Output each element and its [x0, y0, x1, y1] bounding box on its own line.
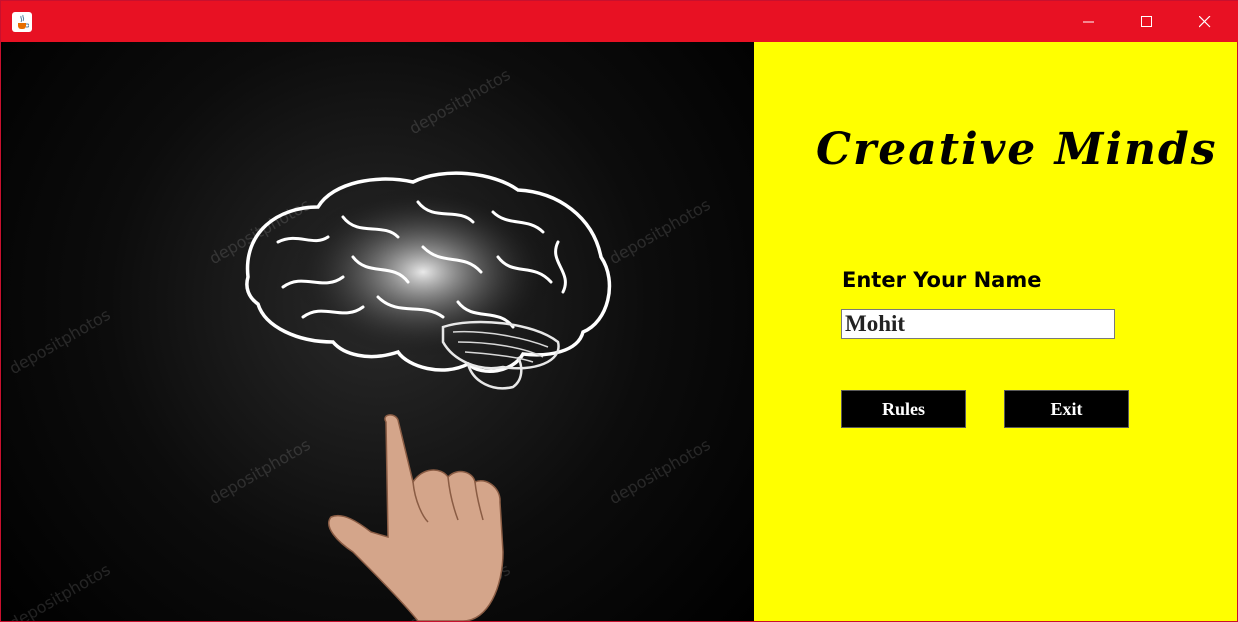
java-cup-icon[interactable] — [12, 12, 32, 32]
maximize-icon — [1141, 15, 1152, 27]
close-icon — [1199, 15, 1211, 27]
minimize-icon — [1083, 21, 1094, 22]
minimize-button[interactable] — [1060, 1, 1118, 42]
login-panel: Creative Minds Enter Your Name Rules Exi… — [754, 42, 1237, 621]
close-button[interactable] — [1176, 1, 1234, 42]
name-prompt-label: Enter Your Name — [842, 268, 1042, 292]
main-content: depositphotos depositphotos depositphoto… — [3, 42, 1237, 621]
rules-button[interactable]: Rules — [841, 390, 966, 428]
brain-icon — [245, 171, 612, 621]
exit-button[interactable]: Exit — [1004, 390, 1129, 428]
page-title: Creative Minds — [816, 124, 1218, 175]
title-bar[interactable] — [1, 1, 1238, 42]
maximize-button[interactable] — [1118, 1, 1176, 42]
brain-image-panel: depositphotos depositphotos depositphoto… — [3, 42, 754, 621]
app-window: depositphotos depositphotos depositphoto… — [0, 0, 1238, 622]
name-input[interactable] — [841, 309, 1115, 339]
